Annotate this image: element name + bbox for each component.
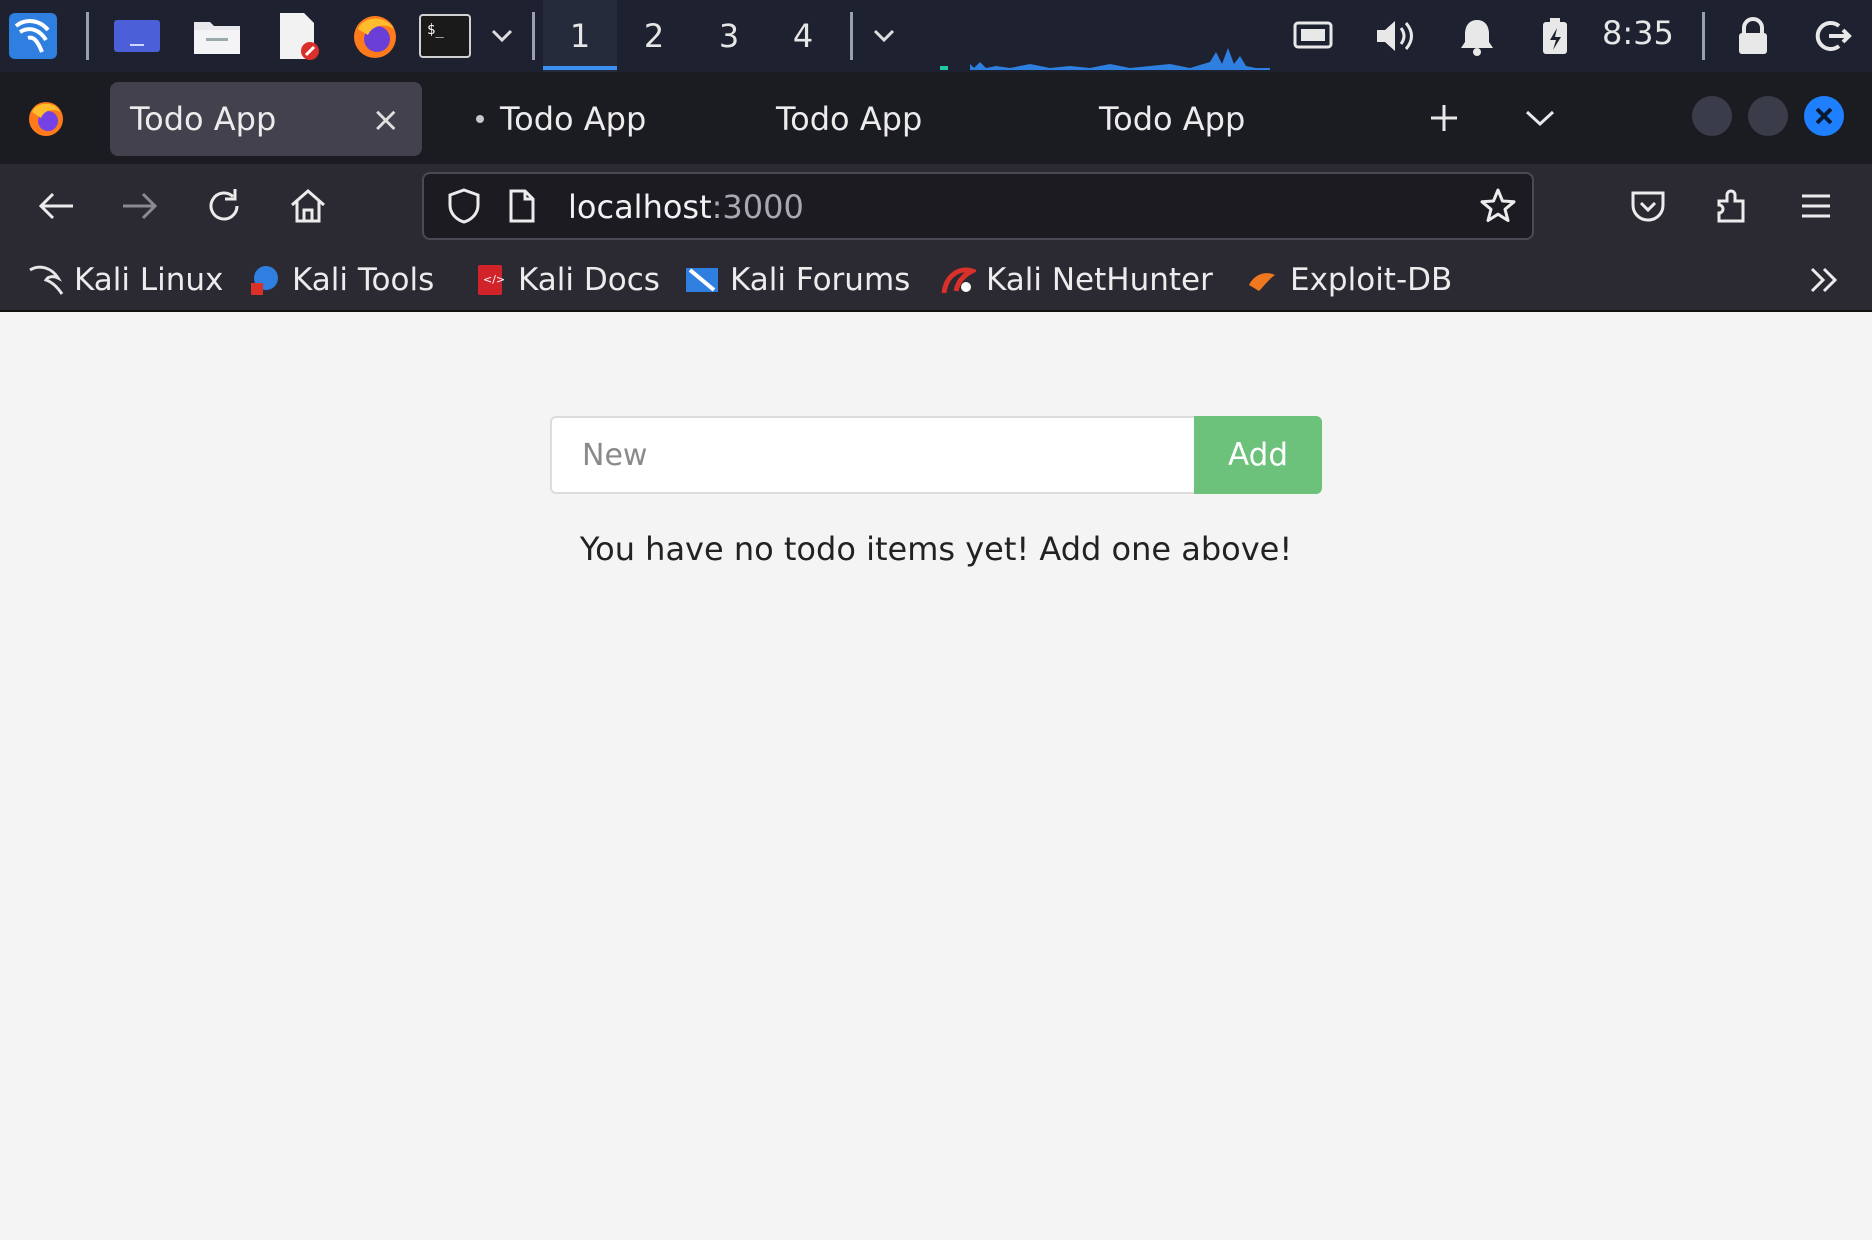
svg-text:$_: $_	[427, 22, 444, 38]
bookmark-kali-nethunter[interactable]: Kali NetHunter	[940, 258, 1213, 302]
kali-tools-icon	[246, 262, 282, 298]
kali-dragon-icon	[28, 262, 64, 298]
workspace-3[interactable]: 3	[692, 0, 766, 72]
bookmark-label: Kali Tools	[292, 262, 435, 298]
file-manager-icon[interactable]	[190, 10, 244, 62]
shield-icon[interactable]	[436, 178, 492, 234]
browser-tab-bar: Todo App × Todo App Todo App Todo App	[0, 72, 1872, 164]
kali-nethunter-icon	[940, 262, 976, 298]
firefox-launcher-icon[interactable]	[348, 10, 402, 62]
tab-todo-app-4[interactable]: Todo App	[1099, 82, 1339, 156]
tab-title: Todo App	[1099, 100, 1246, 138]
home-button[interactable]	[280, 178, 336, 234]
add-todo-button[interactable]: Add	[1194, 416, 1322, 494]
terminal-icon[interactable]: $_	[418, 10, 472, 62]
forward-button[interactable]	[112, 178, 168, 234]
display-icon[interactable]	[1286, 10, 1340, 62]
tab-title: Todo App	[776, 100, 923, 138]
empty-state-message: You have no todo items yet! Add one abov…	[579, 530, 1293, 568]
workspace-4[interactable]: 4	[766, 0, 840, 72]
bookmark-kali-linux[interactable]: Kali Linux	[28, 258, 223, 302]
firefox-view-icon[interactable]	[18, 90, 74, 146]
logout-icon[interactable]	[1806, 10, 1860, 62]
url-port: :3000	[711, 188, 804, 226]
panel-separator	[850, 12, 853, 60]
kali-forums-icon	[684, 262, 720, 298]
bookmark-exploit-db[interactable]: Exploit-DB	[1244, 258, 1452, 302]
bookmarks-toolbar: Kali Linux Kali Tools </> Kali Docs Kali…	[0, 248, 1872, 312]
close-icon	[1815, 107, 1833, 125]
navigation-toolbar: localhost:3000	[0, 164, 1872, 248]
bookmark-label: Kali NetHunter	[986, 262, 1213, 298]
url-text[interactable]: localhost:3000	[568, 188, 804, 226]
url-bar[interactable]: localhost:3000	[422, 172, 1534, 240]
workspace-label: 1	[569, 17, 591, 55]
text-editor-icon[interactable]	[270, 10, 324, 62]
workspace-1[interactable]: 1	[543, 0, 617, 72]
screen: $_ 1 2 3 4 8:35 Todo App × Todo App Todo…	[0, 0, 1872, 1240]
show-desktop-icon[interactable]	[110, 10, 164, 62]
bookmark-label: Kali Forums	[730, 262, 911, 298]
desktop-panel: $_ 1 2 3 4 8:35	[0, 0, 1872, 72]
reload-button[interactable]	[196, 178, 252, 234]
back-button[interactable]	[28, 178, 84, 234]
notifications-icon[interactable]	[1450, 10, 1504, 62]
tab-todo-app-3[interactable]: Todo App	[776, 82, 1016, 156]
lock-screen-icon[interactable]	[1726, 10, 1780, 62]
volume-icon[interactable]	[1368, 10, 1422, 62]
kali-menu-icon[interactable]	[6, 10, 60, 62]
kali-docs-icon: </>	[472, 262, 508, 298]
battery-icon[interactable]	[1528, 10, 1582, 62]
tab-title: Todo App	[130, 100, 277, 138]
tab-title: Todo App	[500, 100, 647, 138]
workspace-2[interactable]: 2	[617, 0, 691, 72]
cpu-graph	[940, 48, 1270, 70]
chevron-down-icon[interactable]	[858, 10, 910, 62]
new-todo-input[interactable]	[550, 416, 1196, 494]
panel-clock[interactable]: 8:35	[1602, 14, 1674, 52]
page-info-icon[interactable]	[494, 178, 550, 234]
workspace-label: 4	[792, 17, 814, 55]
tab-attention-dot	[476, 115, 484, 123]
page-content: Add You have no todo items yet! Add one …	[0, 312, 1872, 1240]
exploit-db-icon	[1244, 262, 1280, 298]
bookmark-kali-docs[interactable]: </> Kali Docs	[472, 258, 660, 302]
window-close-button[interactable]	[1804, 96, 1844, 136]
more-bookmarks-chevron-icon[interactable]	[1796, 252, 1852, 308]
window-minimize-button[interactable]	[1692, 96, 1732, 136]
app-menu-icon[interactable]	[1788, 178, 1844, 234]
tab-todo-app-1[interactable]: Todo App ×	[110, 82, 422, 156]
panel-separator	[86, 12, 89, 60]
bookmark-star-icon[interactable]	[1470, 178, 1526, 234]
bookmark-label: Exploit-DB	[1290, 262, 1453, 298]
bookmark-label: Kali Docs	[518, 262, 660, 298]
new-tab-button[interactable]	[1416, 90, 1472, 146]
bookmark-kali-forums[interactable]: Kali Forums	[684, 258, 910, 302]
tab-todo-app-2[interactable]: Todo App	[476, 82, 716, 156]
window-maximize-button[interactable]	[1748, 96, 1788, 136]
panel-separator	[532, 12, 535, 60]
workspace-label: 3	[718, 17, 740, 55]
svg-text:</>: </>	[483, 273, 505, 286]
chevron-down-icon[interactable]	[476, 10, 528, 62]
tab-close-icon[interactable]: ×	[372, 100, 401, 140]
url-host: localhost	[568, 188, 712, 226]
bookmark-label: Kali Linux	[74, 262, 224, 298]
list-all-tabs-button[interactable]	[1512, 90, 1568, 146]
panel-separator	[1702, 12, 1705, 60]
workspace-label: 2	[643, 17, 665, 55]
bookmark-kali-tools[interactable]: Kali Tools	[246, 258, 434, 302]
pocket-icon[interactable]	[1620, 178, 1676, 234]
extensions-icon[interactable]	[1704, 178, 1760, 234]
